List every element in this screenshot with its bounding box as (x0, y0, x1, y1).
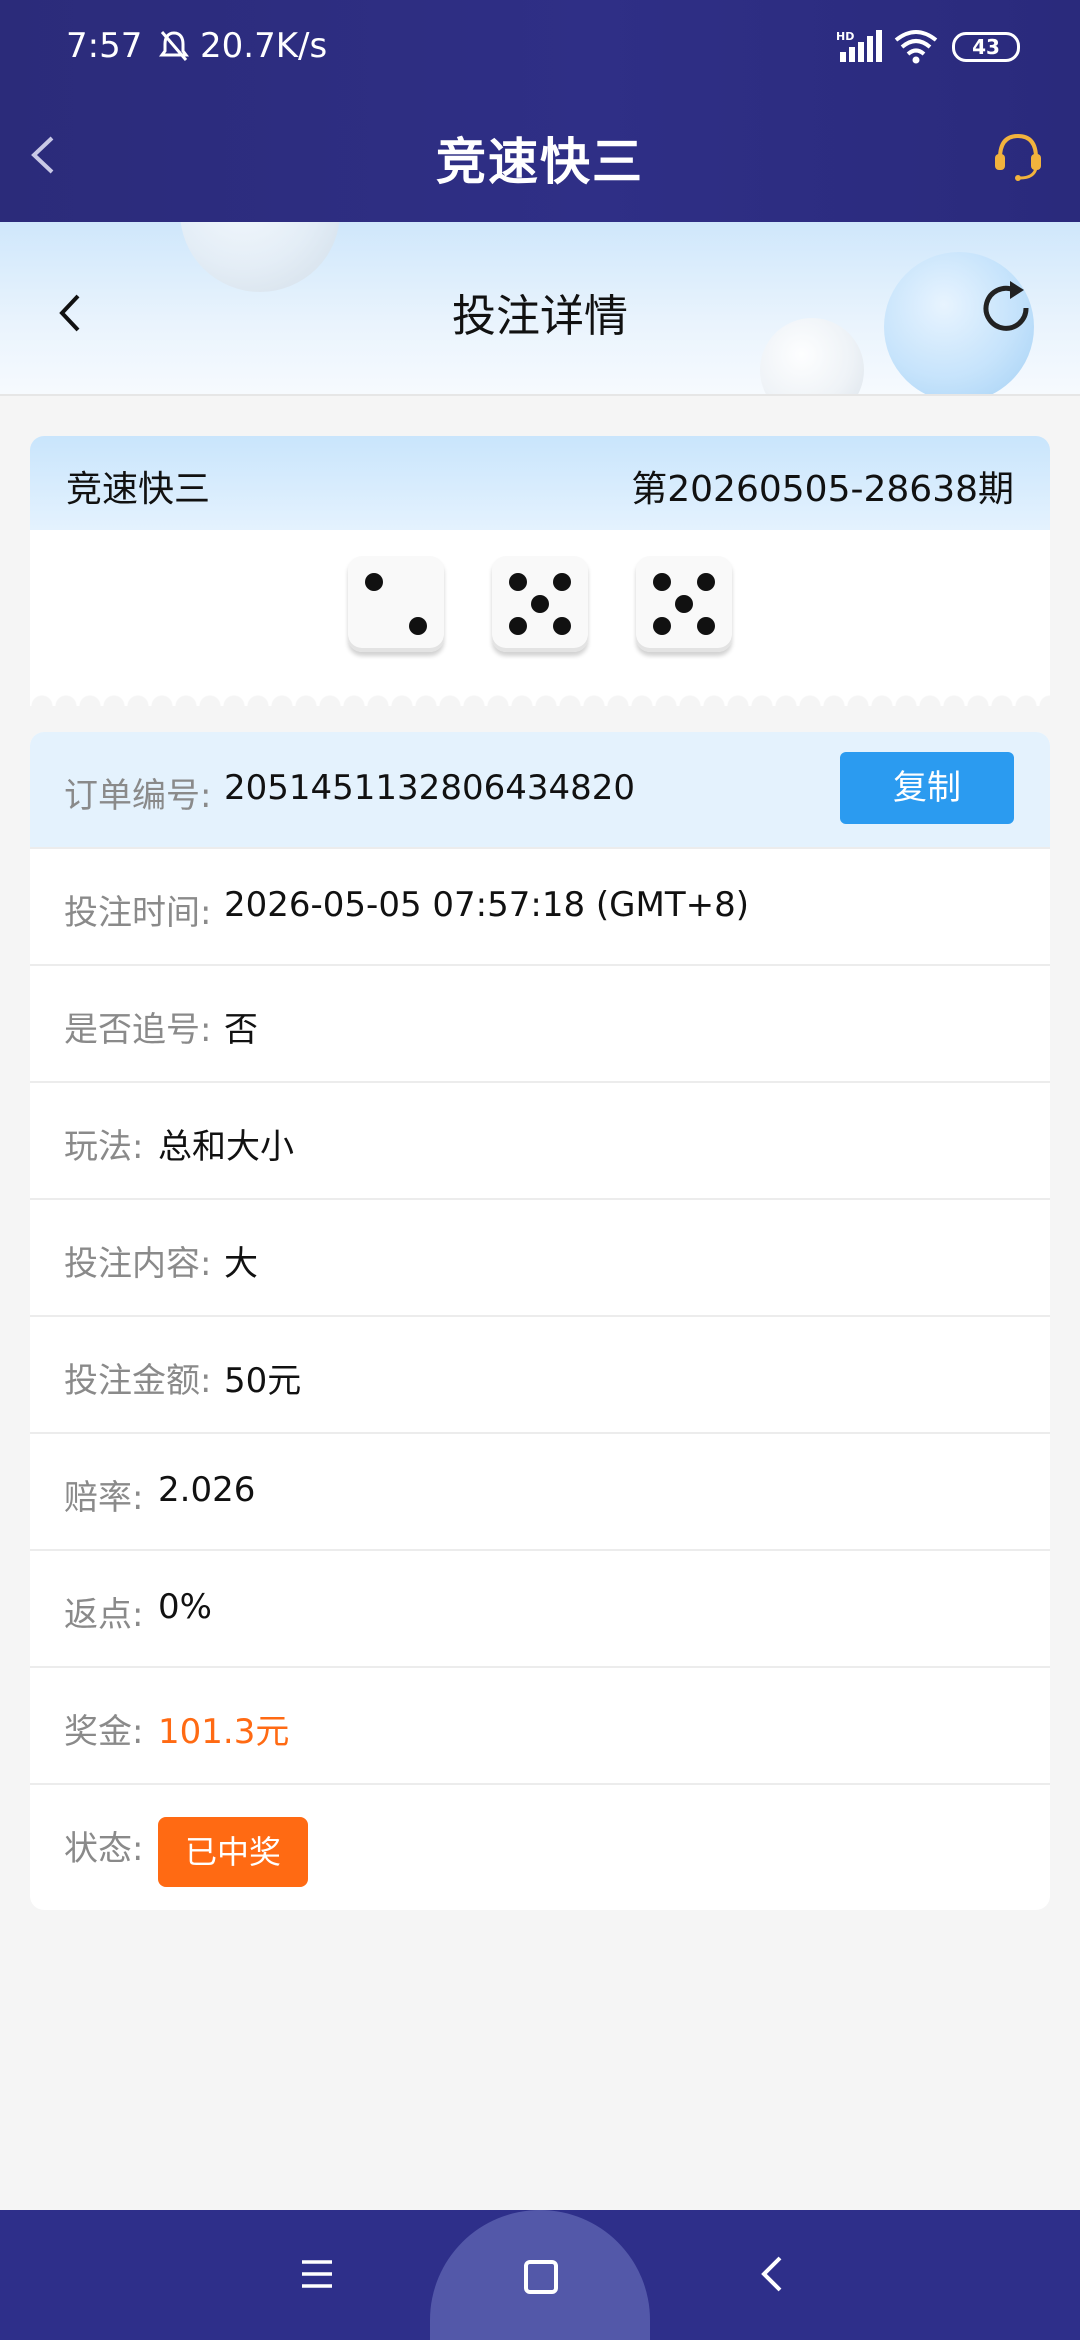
signal-hd-icon: HD (836, 30, 882, 62)
die-pip (697, 617, 716, 636)
die-pip (364, 572, 383, 591)
copy-button[interactable]: 复制 (840, 752, 1014, 824)
detail-row: 投注内容: 大 (30, 1200, 1050, 1317)
detail-value: 大 (224, 1244, 258, 1284)
detail-row: 投注时间: 2026-05-05 07:57:18 (GMT+8) (30, 849, 1050, 966)
status-badge: 已中奖 (158, 1817, 308, 1887)
die-pip (553, 572, 572, 591)
detail-value: 101.3元 (158, 1712, 290, 1752)
detail-label: 奖金: (64, 1712, 144, 1752)
order-detail-card: 订单编号: 2051451132806434820 复制投注时间: 2026-05-0… (30, 732, 1050, 1910)
status-time: 7:57 (66, 26, 143, 66)
menu-icon[interactable] (300, 2256, 334, 2292)
detail-value: 2.026 (158, 1470, 256, 1510)
period-number: 第20260505-28638期 (631, 469, 1014, 510)
back-icon[interactable] (760, 2254, 784, 2294)
headset-icon[interactable] (990, 128, 1046, 184)
die-pip (508, 572, 527, 591)
die-pip (409, 617, 428, 636)
detail-label: 投注时间: (64, 893, 212, 933)
die-pip (675, 595, 693, 613)
detail-value: 0% (158, 1587, 212, 1627)
system-nav-bar (0, 2210, 1080, 2340)
status-bar: 7:57 20.7K/s HD 43 (0, 0, 1080, 96)
detail-value: 否 (224, 1010, 258, 1050)
detail-row: 是否追号: 否 (30, 966, 1050, 1083)
detail-value: 2026-05-05 07:57:18 (GMT+8) (224, 885, 750, 925)
battery-icon: 43 (952, 32, 1020, 62)
detail-row: 奖金: 101.3元 (30, 1668, 1050, 1785)
die-5 (492, 556, 588, 652)
die-2 (348, 556, 444, 652)
svg-text:HD: HD (836, 30, 854, 43)
die-pip (531, 595, 549, 613)
die-pip (652, 617, 671, 636)
page-title: 投注详情 (452, 291, 628, 342)
detail-label: 玩法: (64, 1127, 144, 1167)
detail-row: 状态: 已中奖 (30, 1785, 1050, 1910)
detail-row: 投注金额: 50元 (30, 1317, 1050, 1434)
die-pip (697, 572, 716, 591)
die-pip (508, 617, 527, 636)
battery-level: 43 (972, 35, 1000, 59)
ticket-edge (30, 682, 1050, 706)
app-title: 竞速快三 (436, 133, 644, 191)
detail-label: 返点: (64, 1595, 144, 1635)
die-pip (652, 572, 671, 591)
detail-value: 总和大小 (158, 1127, 294, 1167)
die-5 (636, 556, 732, 652)
wifi-icon (894, 30, 938, 64)
detail-row: 玩法: 总和大小 (30, 1083, 1050, 1200)
app-header: 7:57 20.7K/s HD 43 竞速快三 (0, 0, 1080, 222)
refresh-icon[interactable] (976, 278, 1036, 338)
detail-label: 状态: (64, 1829, 144, 1869)
dice-row (30, 556, 1050, 656)
status-net-speed: 20.7K/s (200, 26, 328, 66)
bell-muted-icon (159, 31, 189, 61)
detail-row: 返点: 0% (30, 1551, 1050, 1668)
detail-label: 投注金额: (64, 1361, 212, 1401)
detail-label: 订单编号: (64, 776, 212, 816)
detail-row: 订单编号: 2051451132806434820 复制 (30, 732, 1050, 849)
die-pip (553, 617, 572, 636)
detail-value: 50元 (224, 1361, 302, 1401)
result-header: 竞速快三 第20260505-28638期 (30, 436, 1050, 530)
sub-header: 投注详情 (0, 222, 1080, 396)
detail-label: 投注内容: (64, 1244, 212, 1284)
detail-label: 赔率: (64, 1478, 144, 1518)
game-name: 竞速快三 (66, 469, 211, 510)
order-number: 2051451132806434820 (224, 768, 636, 808)
home-icon[interactable] (524, 2260, 558, 2294)
detail-row: 赔率: 2.026 (30, 1434, 1050, 1551)
draw-result-card: 竞速快三 第20260505-28638期 (30, 436, 1050, 696)
detail-label: 是否追号: (64, 1010, 212, 1050)
